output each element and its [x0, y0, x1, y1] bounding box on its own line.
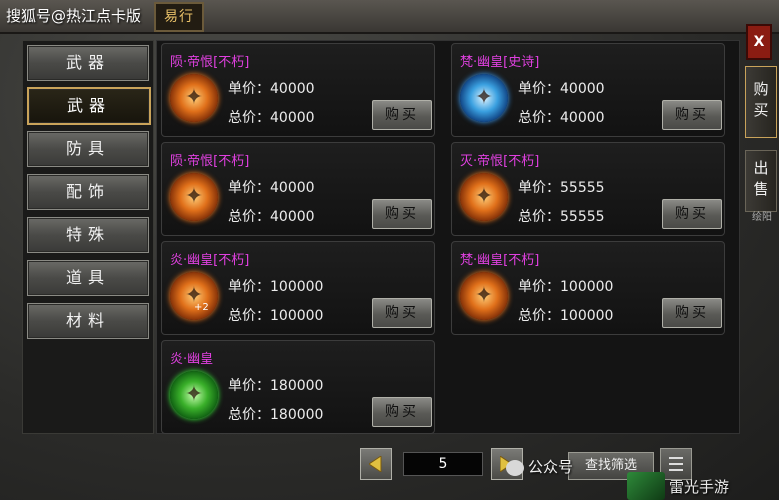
total-price: 总价：100000: [228, 308, 324, 324]
item-name: 梵·幽皇[史诗]: [460, 55, 540, 70]
item-card: 炎·幽皇[不朽] ✦ +2 单价：100000 总价：100000 购买: [161, 241, 435, 335]
category-special[interactable]: 特殊: [27, 217, 149, 253]
unit-price: 单价：180000: [228, 378, 324, 394]
unit-price: 单价：40000: [518, 81, 605, 97]
tab-sell[interactable]: 出售: [745, 150, 777, 212]
page-number: 5: [403, 452, 483, 476]
unit-price: 单价：100000: [228, 279, 324, 295]
enhance-level: +2: [194, 302, 209, 313]
unit-price: 单价：40000: [228, 180, 315, 196]
unit-price: 单价：55555: [518, 180, 605, 196]
category-material[interactable]: 材料: [27, 303, 149, 339]
item-name: 炎·幽皇[不朽]: [170, 253, 250, 268]
title-badge: 易行: [154, 2, 204, 32]
item-card: 梵·幽皇[史诗] ✦ 单价：40000 总价：40000 购买: [451, 43, 725, 137]
category-menu: 武器 武器 防具 配饰 特殊 道具 材料: [22, 40, 154, 434]
tab-sell-subtext: 绘阳: [752, 212, 772, 223]
wechat-icon: [506, 459, 524, 476]
item-grid: 陨·帝恨[不朽] ✦ 单价：40000 总价：40000 购买 梵·幽皇[史诗]…: [156, 40, 740, 434]
watermark-logo-icon: [627, 472, 665, 500]
item-card: 陨·帝恨[不朽] ✦ 单价：40000 总价：40000 购买: [161, 43, 435, 137]
wechat-watermark: 公众号: [506, 456, 573, 477]
category-weapon-header[interactable]: 武器: [27, 45, 149, 81]
unit-price: 单价：100000: [518, 279, 614, 295]
item-card: 灭·帝恨[不朽] ✦ 单价：55555 总价：55555 购买: [451, 142, 725, 236]
weapon-fire-icon[interactable]: ✦: [170, 173, 218, 221]
weapon-ice-icon[interactable]: ✦: [460, 74, 508, 122]
weapon-fire-icon[interactable]: ✦ +2: [170, 272, 218, 320]
buy-button[interactable]: 购买: [372, 100, 432, 130]
unit-price: 单价：40000: [228, 81, 315, 97]
wechat-text: 公众号: [528, 458, 574, 476]
weapon-fire-icon[interactable]: ✦: [460, 272, 508, 320]
item-name: 灭·帝恨[不朽]: [460, 154, 540, 169]
buy-button[interactable]: 购买: [662, 199, 722, 229]
item-card: 梵·幽皇[不朽] ✦ 单价：100000 总价：100000 购买: [451, 241, 725, 335]
watermark-top: 搜狐号@热江点卡版: [6, 7, 142, 25]
total-price: 总价：180000: [228, 407, 324, 423]
game-window: 搜狐号@热江点卡版 易行 X 购买 出售 绘阳 武器 武器 防具 配饰 特殊 道…: [0, 0, 779, 500]
total-price: 总价：40000: [518, 110, 605, 126]
total-price: 总价：40000: [228, 209, 315, 225]
watermark-corner-text: 雷光手游: [669, 478, 730, 496]
category-weapon[interactable]: 武器: [27, 87, 151, 125]
watermark-corner: 雷光手游: [627, 472, 779, 500]
buy-button[interactable]: 购买: [662, 298, 722, 328]
item-name: 陨·帝恨[不朽]: [170, 154, 250, 169]
weapon-green-icon[interactable]: ✦: [170, 371, 218, 419]
buy-button[interactable]: 购买: [662, 100, 722, 130]
arrow-left-icon: [369, 456, 382, 472]
total-price: 总价：55555: [518, 209, 605, 225]
tab-buy[interactable]: 购买: [745, 66, 777, 138]
total-price: 总价：100000: [518, 308, 614, 324]
weapon-fire-icon[interactable]: ✦: [460, 173, 508, 221]
item-name: 陨·帝恨[不朽]: [170, 55, 250, 70]
close-button[interactable]: X: [746, 24, 772, 60]
prev-page-button[interactable]: [360, 448, 392, 480]
item-card: 陨·帝恨[不朽] ✦ 单价：40000 总价：40000 购买: [161, 142, 435, 236]
buy-button[interactable]: 购买: [372, 397, 432, 427]
weapon-fire-icon[interactable]: ✦: [170, 74, 218, 122]
category-accessory[interactable]: 配饰: [27, 174, 149, 210]
category-armor[interactable]: 防具: [27, 131, 149, 167]
item-name: 梵·幽皇[不朽]: [460, 253, 540, 268]
item-name: 炎·幽皇: [170, 352, 214, 367]
category-item[interactable]: 道具: [27, 260, 149, 296]
buy-button[interactable]: 购买: [372, 298, 432, 328]
total-price: 总价：40000: [228, 110, 315, 126]
item-card: 炎·幽皇 ✦ 单价：180000 总价：180000 购买: [161, 340, 435, 434]
title-bar: 搜狐号@热江点卡版 易行: [0, 0, 779, 34]
buy-button[interactable]: 购买: [372, 199, 432, 229]
